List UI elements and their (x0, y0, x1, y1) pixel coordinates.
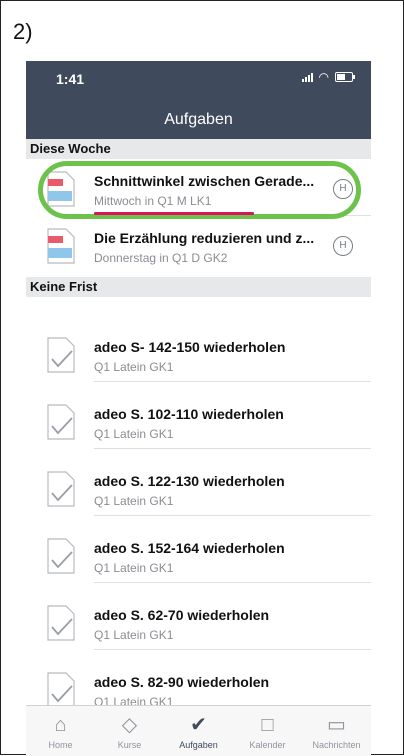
homework-badge: H (333, 179, 353, 199)
list-item[interactable]: adeo S- 142-150 wiederholen Q1 Latein GK… (26, 327, 371, 382)
tab-bar: ⌂ Home ◇ Kurse ✔ Aufgaben □ Kalender ▭ N… (26, 705, 371, 756)
item-title: adeo S. 122-130 wiederholen (94, 473, 285, 489)
list-item[interactable]: Die Erzählung reduzieren und z... Donner… (26, 218, 371, 273)
signal-icon (301, 72, 313, 82)
item-title: adeo S. 82-90 wiederholen (94, 674, 270, 690)
nav-bar: Aufgaben (26, 101, 371, 139)
item-subtitle: Q1 Latein GK1 (94, 561, 174, 575)
phone-screen: 1:41 ◠ Aufgaben Diese Woche Schnittwinke… (26, 61, 371, 756)
chat-bubble-icon: ▭ (327, 714, 346, 736)
list-item[interactable]: adeo S. 122-130 wiederholen Q1 Latein GK… (26, 461, 371, 516)
step-label: 2) (13, 19, 33, 44)
checked-document-icon (47, 337, 75, 373)
checked-document-icon (47, 404, 75, 440)
item-title: adeo S. 62-70 wiederholen (94, 607, 270, 623)
tab-label: Home (48, 740, 73, 750)
status-bar: 1:41 ◠ (26, 61, 371, 101)
tab-label: Kurse (117, 740, 142, 750)
item-subtitle: Mittwoch in Q1 M LK1 (94, 194, 212, 208)
homework-badge: H (333, 236, 353, 256)
tab-nachrichten[interactable]: ▭ Nachrichten (302, 706, 371, 756)
calendar-icon: □ (261, 714, 274, 736)
tab-label: Aufgaben (179, 740, 218, 750)
section-header-keine-frist: Keine Frist (26, 277, 371, 297)
document-icon (47, 228, 75, 264)
wifi-icon: ◠ (318, 70, 329, 84)
red-underline-annotation (94, 212, 254, 215)
tab-home[interactable]: ⌂ Home (26, 706, 95, 756)
list-item[interactable]: Schnittwinkel zwischen Gerade... Mittwoc… (26, 161, 371, 216)
item-subtitle: Q1 Latein GK1 (94, 494, 174, 508)
screenshot-frame: 2) 1:41 ◠ Aufgaben Diese Woche Schnittwi (0, 0, 404, 756)
list-item[interactable]: adeo S. 102-110 wiederholen Q1 Latein GK… (26, 394, 371, 449)
tab-label: Kalender (249, 740, 286, 750)
status-icons: ◠ (301, 70, 355, 84)
home-icon: ⌂ (54, 714, 67, 736)
item-title: adeo S. 102-110 wiederholen (94, 406, 284, 422)
item-subtitle: Q1 Latein GK1 (94, 360, 174, 374)
item-subtitle: Donnerstag in Q1 D GK2 (94, 251, 228, 265)
page-title: Aufgaben (164, 111, 233, 128)
checked-document-icon (47, 538, 75, 574)
item-title: adeo S- 142-150 wiederholen (94, 339, 286, 355)
item-subtitle: Q1 Latein GK1 (94, 628, 174, 642)
tab-kurse[interactable]: ◇ Kurse (95, 706, 164, 756)
tab-aufgaben[interactable]: ✔ Aufgaben (164, 706, 233, 756)
tab-label: Nachrichten (312, 740, 361, 750)
checked-document-icon (47, 672, 75, 708)
item-title: Die Erzählung reduzieren und z... (94, 230, 315, 246)
list-item[interactable]: adeo S. 62-70 wiederholen Q1 Latein GK1 (26, 595, 371, 650)
graduation-cap-icon: ◇ (121, 714, 138, 736)
status-time: 1:41 (56, 71, 85, 87)
section-header-diese-woche: Diese Woche (26, 139, 371, 159)
checked-document-icon (47, 605, 75, 641)
item-title: adeo S. 152-164 wiederholen (94, 540, 285, 556)
item-subtitle: Q1 Latein GK1 (94, 427, 174, 441)
document-icon (47, 171, 75, 207)
item-title: Schnittwinkel zwischen Gerade... (94, 173, 315, 189)
list-item[interactable]: adeo S. 152-164 wiederholen Q1 Latein GK… (26, 528, 371, 583)
checked-document-icon (47, 471, 75, 507)
battery-icon (335, 72, 355, 82)
checkmark-icon: ✔ (190, 714, 207, 736)
tab-kalender[interactable]: □ Kalender (233, 706, 302, 756)
